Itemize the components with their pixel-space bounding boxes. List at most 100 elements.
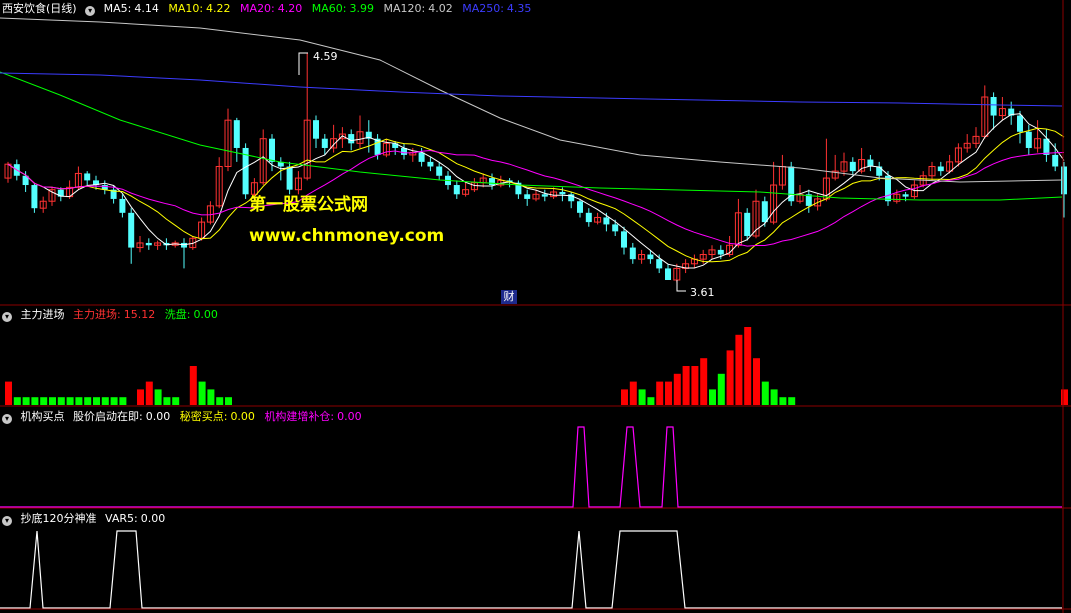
main-panel-header: 西安饮食(日线) ▾ MA5: 4.14 MA10: 4.22 MA20: 4.20 … <box>2 2 537 16</box>
ma60-line <box>0 71 1063 201</box>
candle-body <box>1025 131 1032 148</box>
settings-dot-icon[interactable]: ▾ <box>85 6 96 16</box>
force-bar <box>647 397 655 405</box>
force-bar <box>163 397 171 405</box>
build-label: 机构建增补仓: <box>264 410 335 423</box>
buy-signal-path <box>0 426 1062 508</box>
force-bar <box>145 381 153 405</box>
candle-body <box>867 159 874 167</box>
settings-dot-icon[interactable]: ▾ <box>2 516 12 526</box>
candle-body <box>427 161 434 167</box>
candle-body <box>436 166 443 176</box>
force-bar <box>216 397 224 405</box>
high-marker: 4.59 <box>298 50 338 75</box>
candle-body <box>145 242 152 246</box>
candle-body <box>902 194 909 197</box>
ma250-label: MA250: <box>462 2 504 15</box>
force-bar <box>154 389 162 405</box>
force-bar <box>57 397 65 405</box>
force-bar <box>101 397 109 405</box>
ma60-value: 3.99 <box>349 2 374 15</box>
start-label: 股价启动在即: <box>73 410 143 423</box>
bottom-panel-header: ▾ 抄底120分神准 VAR5: 0.00 <box>2 512 171 526</box>
force-bar <box>110 397 118 405</box>
ma120-label: MA120: <box>383 2 426 15</box>
build-value: 0.00 <box>337 410 362 423</box>
stock-title[interactable]: 西安饮食(日线) <box>2 2 77 15</box>
candle-body <box>665 268 671 280</box>
high-leader-line <box>298 52 308 75</box>
candle-body <box>629 247 636 260</box>
force-bar <box>137 389 144 405</box>
buy-panel-title[interactable]: 机构买点 <box>21 410 65 423</box>
force-bar <box>31 397 39 405</box>
candle-body <box>647 254 654 260</box>
candle-body <box>559 191 566 195</box>
ma10-value: 4.22 <box>206 2 231 15</box>
candle-body <box>788 166 795 202</box>
candle-body <box>577 201 583 213</box>
wash-value: 0.00 <box>193 308 218 321</box>
secret-value: 0.00 <box>230 410 255 423</box>
force-bar <box>638 389 646 405</box>
settings-dot-icon[interactable]: ▾ <box>2 312 12 322</box>
force-bar <box>189 366 197 405</box>
candle-body <box>612 224 619 232</box>
force-bar <box>22 397 30 405</box>
candle-body <box>119 198 126 213</box>
candle-body <box>1052 154 1059 167</box>
force-panel-title[interactable]: 主力进场 <box>21 308 65 321</box>
force-main-value: 15.12 <box>123 308 156 321</box>
finance-event-marker[interactable]: 财 <box>501 290 517 304</box>
candle-body <box>286 166 293 190</box>
ma10-label: MA10: <box>168 2 204 15</box>
ma120-line <box>0 17 1063 183</box>
force-bar <box>629 381 637 405</box>
force-bar <box>75 397 83 405</box>
candle-body <box>990 97 997 116</box>
force-histogram <box>5 327 1068 405</box>
force-bar <box>621 389 628 405</box>
low-price-label: 3.61 <box>690 286 715 299</box>
force-bar <box>198 381 206 405</box>
force-bar <box>788 397 796 405</box>
var5-label: VAR5: <box>105 512 138 525</box>
candle-body <box>541 194 548 197</box>
candle-body <box>1043 138 1050 155</box>
candle-body <box>489 178 495 186</box>
low-marker: 3.61 <box>676 280 715 299</box>
ma5-value: 4.14 <box>134 2 159 15</box>
candle-body <box>621 231 627 248</box>
force-bar <box>225 397 232 405</box>
low-leader-line <box>676 280 686 292</box>
force-bar <box>172 397 180 405</box>
candlestick-series <box>4 53 1067 283</box>
buy-panel-header: ▾ 机构买点 股价启动在即: 0.00 秘密买点: 0.00 机构建增补仓: 0.00 <box>2 410 368 424</box>
candle-body <box>233 120 240 148</box>
candle-body <box>524 194 531 199</box>
bottom-signal-path <box>0 530 1062 609</box>
candle-body <box>603 217 610 225</box>
candle-body <box>876 166 883 176</box>
candle-body <box>321 138 328 148</box>
settings-dot-icon[interactable]: ▾ <box>2 414 12 424</box>
candle-body <box>656 259 663 269</box>
candle-body <box>31 185 38 209</box>
candle-body <box>885 175 891 202</box>
force-bar <box>717 373 725 405</box>
bottom-signal-line <box>0 530 1062 609</box>
force-bar <box>656 381 664 405</box>
high-price-label: 4.59 <box>313 50 338 63</box>
candle-body <box>744 212 751 236</box>
secret-label: 秘密买点: <box>179 410 228 423</box>
ma250-value: 4.35 <box>506 2 532 15</box>
force-bar <box>735 334 743 405</box>
candle-body <box>717 249 724 255</box>
force-bar <box>682 366 690 405</box>
force-bar <box>40 397 48 405</box>
force-bar <box>753 358 760 405</box>
ma60-label: MA60: <box>311 2 347 15</box>
bottom-panel-title[interactable]: 抄底120分神准 <box>21 512 97 525</box>
force-bar <box>770 389 778 405</box>
force-bar <box>665 381 672 405</box>
